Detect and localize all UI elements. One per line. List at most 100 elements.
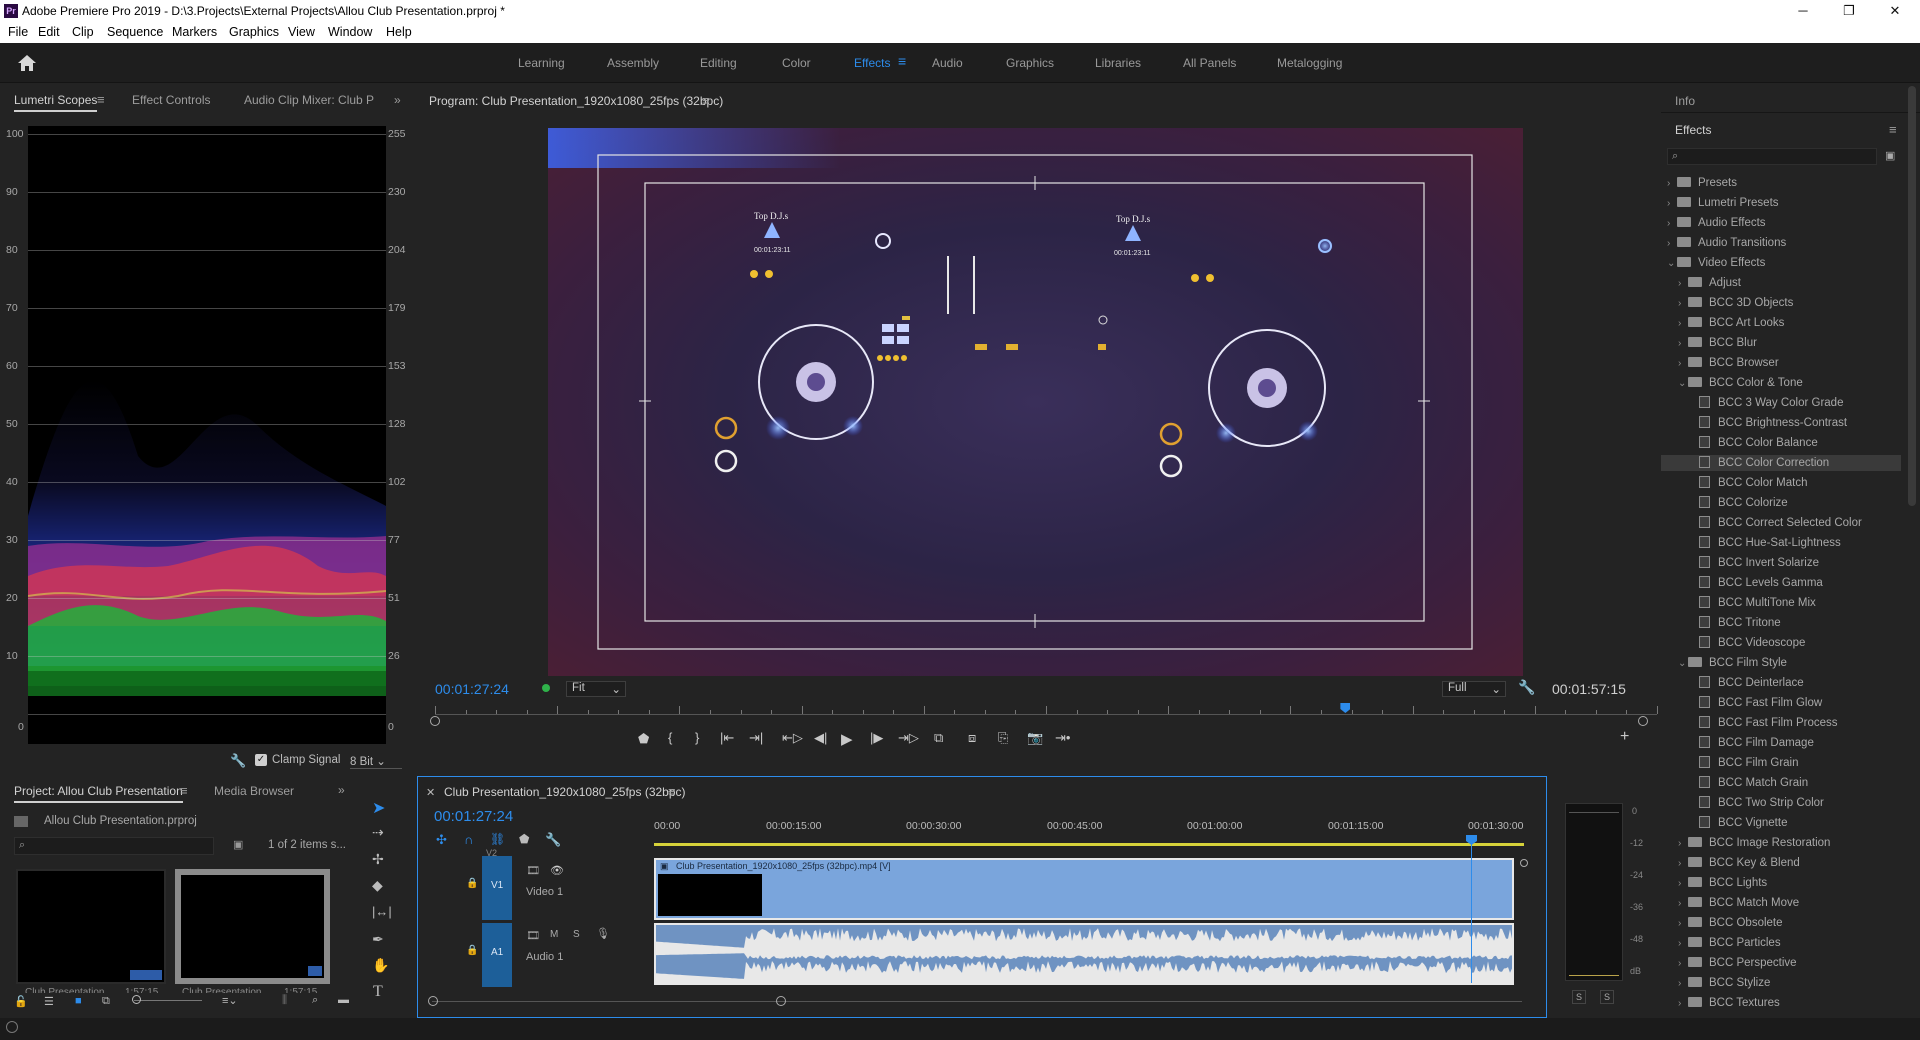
hand-tool-icon[interactable]: ✋ — [372, 957, 389, 974]
chevron-right-icon[interactable]: › — [1678, 956, 1688, 972]
tab-info[interactable]: Info — [1675, 94, 1695, 108]
workspace-tab-learning[interactable]: Learning — [518, 56, 565, 70]
project-thumbnail-selected[interactable] — [175, 869, 330, 984]
menu-edit[interactable]: Edit — [38, 25, 60, 39]
video-clip[interactable]: ▣ Club Presentation_1920x1080_25fps (32b… — [654, 858, 1514, 920]
menu-help[interactable]: Help — [386, 25, 412, 39]
effect-item[interactable]: BCC Fast Film Process — [1661, 715, 1901, 731]
insert-overwrite-icon[interactable]: ⇥• — [1055, 730, 1070, 746]
minimize-button[interactable]: ─ — [1780, 0, 1826, 22]
tab-lumetri-scopes[interactable]: Lumetri Scopes — [14, 93, 98, 112]
effect-folder[interactable]: › BCC Browser — [1661, 355, 1901, 371]
toggle-sync-lock-icon[interactable]: 🎞 — [526, 864, 540, 877]
effect-item[interactable]: BCC MultiTone Mix — [1661, 595, 1901, 611]
chevron-right-icon[interactable]: › — [1678, 276, 1688, 292]
chevron-right-icon[interactable]: › — [1667, 216, 1677, 232]
close-tab-icon[interactable]: ✕ — [426, 786, 435, 799]
chevron-right-icon[interactable]: › — [1678, 976, 1688, 992]
playback-resolution-dropdown[interactable]: Full ⌄ — [1442, 681, 1506, 697]
nest-icon[interactable]: ✣ — [436, 832, 447, 848]
effect-folder[interactable]: ⌄ Video Effects — [1661, 255, 1901, 271]
effect-folder[interactable]: › BCC 3D Objects — [1661, 295, 1901, 311]
chevron-right-icon[interactable]: › — [1678, 336, 1688, 352]
panel-menu-icon[interactable]: ≡ — [668, 784, 676, 799]
automate-icon[interactable]: ⫼ — [282, 994, 287, 1007]
slip-tool-icon[interactable]: |↔| — [372, 904, 392, 919]
timeline-current-time[interactable]: 00:01:27:24 — [434, 808, 513, 825]
selection-tool-icon[interactable]: ➤ — [372, 798, 385, 818]
effect-folder[interactable]: › BCC Image Restoration — [1661, 835, 1901, 851]
zoom-handle-left[interactable] — [430, 716, 440, 726]
menu-view[interactable]: View — [288, 25, 315, 39]
panel-menu-icon[interactable]: ≡ — [1889, 122, 1897, 137]
lift-icon[interactable]: ⧉ — [934, 730, 943, 746]
effect-folder[interactable]: › BCC Match Move — [1661, 895, 1901, 911]
mute-button[interactable]: M — [550, 929, 558, 940]
effect-folder[interactable]: › Lumetri Presets — [1661, 195, 1901, 211]
extract-icon[interactable]: ⧈ — [968, 730, 976, 746]
effect-folder[interactable]: ⌄ BCC Film Style — [1661, 655, 1901, 671]
play-button-icon[interactable]: ▶ — [841, 730, 853, 748]
new-custom-bin-icon[interactable]: ▣ — [1885, 149, 1895, 162]
chevron-right-icon[interactable]: › — [1667, 176, 1677, 192]
snap-magnet-icon[interactable]: ∩ — [464, 832, 473, 847]
workspace-tab-graphics[interactable]: Graphics — [1006, 56, 1054, 70]
zoom-dropdown[interactable]: Fit ⌄ — [566, 681, 626, 697]
step-back-icon[interactable]: ⇤▷ — [782, 730, 803, 746]
new-item-icon[interactable]: ▬ — [338, 994, 349, 1006]
thumbnail-size-slider[interactable] — [134, 1000, 202, 1001]
find-icon[interactable]: ⌕ — [312, 994, 318, 1007]
step-forward-frame-icon[interactable]: |▶ — [870, 730, 883, 746]
effect-item[interactable]: BCC Color Correction — [1661, 455, 1901, 471]
mark-out-icon[interactable]: } — [695, 730, 699, 745]
razor-tool-icon[interactable]: ◆ — [372, 877, 383, 894]
effect-folder[interactable]: › Adjust — [1661, 275, 1901, 291]
go-to-out-icon[interactable]: ⇥| — [749, 730, 763, 746]
menu-graphics[interactable]: Graphics — [229, 25, 279, 39]
effect-item[interactable]: BCC Levels Gamma — [1661, 575, 1901, 591]
panel-menu-icon[interactable]: ≡ — [702, 93, 710, 108]
workspace-tab-effects[interactable]: Effects — [854, 56, 890, 70]
button-editor-plus-icon[interactable]: + — [1620, 728, 1629, 746]
linked-selection-icon[interactable]: ⛓ — [490, 832, 505, 846]
project-thumbnail[interactable] — [16, 869, 166, 984]
effect-folder[interactable]: › BCC Textures — [1661, 995, 1901, 1011]
menu-clip[interactable]: Clip — [72, 25, 94, 39]
go-to-next-edit-icon[interactable]: ⇥▷ — [898, 730, 919, 746]
track-select-tool-icon[interactable]: ⇢ — [372, 824, 384, 841]
add-marker-icon[interactable]: ⬟ — [638, 731, 649, 747]
effect-item[interactable]: BCC Color Match — [1661, 475, 1901, 491]
effects-panel-title[interactable]: Effects — [1675, 123, 1711, 137]
chevron-down-icon[interactable]: ⌄ — [1667, 256, 1677, 272]
workspace-tab-editing[interactable]: Editing — [700, 56, 737, 70]
workspace-tab-color[interactable]: Color — [782, 56, 811, 70]
voiceover-record-icon[interactable]: 🎙 — [596, 927, 610, 940]
effect-item[interactable]: BCC Tritone — [1661, 615, 1901, 631]
workspace-tab-all-panels[interactable]: All Panels — [1183, 56, 1236, 70]
menu-sequence[interactable]: Sequence — [107, 25, 163, 39]
program-monitor-title[interactable]: Program: Club Presentation_1920x1080_25f… — [429, 94, 723, 108]
chevron-right-icon[interactable]: › — [1678, 296, 1688, 312]
meter-solo-left[interactable]: S — [1572, 990, 1586, 1004]
effect-item[interactable]: BCC Videoscope — [1661, 635, 1901, 651]
new-bin-icon[interactable]: ▣ — [233, 838, 243, 851]
ripple-edit-tool-icon[interactable]: ✢ — [372, 851, 384, 868]
work-area-bar[interactable] — [654, 843, 1524, 846]
effect-folder[interactable]: › Audio Transitions — [1661, 235, 1901, 251]
close-button[interactable]: ✕ — [1872, 0, 1918, 22]
monitor-time-ruler[interactable] — [435, 714, 1657, 715]
chevron-down-icon[interactable]: ⌄ — [1678, 656, 1688, 672]
effect-folder[interactable]: › BCC Perspective — [1661, 955, 1901, 971]
effect-folder[interactable]: › BCC Art Looks — [1661, 315, 1901, 331]
effect-item[interactable]: BCC Fast Film Glow — [1661, 695, 1901, 711]
mark-in-icon[interactable]: { — [668, 730, 672, 745]
workspace-menu-icon[interactable]: ≡ — [898, 53, 906, 69]
effect-item[interactable]: BCC Two Strip Color — [1661, 795, 1901, 811]
program-current-time[interactable]: 00:01:27:24 — [435, 681, 509, 697]
add-marker-icon[interactable]: ⬟ — [519, 832, 529, 846]
icon-view-icon[interactable]: ■ — [75, 995, 82, 1007]
step-back-frame-icon[interactable]: ◀| — [814, 730, 827, 746]
effect-item[interactable]: BCC Vignette — [1661, 815, 1901, 831]
effect-folder[interactable]: ⌄ BCC Color & Tone — [1661, 375, 1901, 391]
more-panels-icon[interactable]: » — [394, 93, 401, 107]
